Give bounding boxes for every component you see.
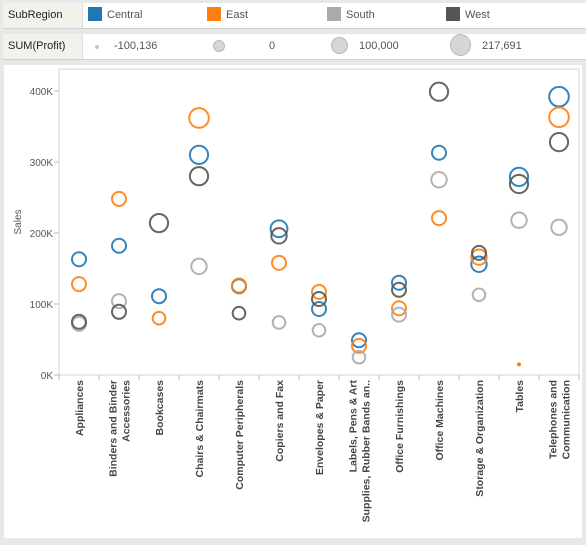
x-category-label: Supplies, Rubber Bands an..	[361, 380, 373, 522]
data-point-central[interactable]	[111, 237, 127, 254]
x-category-label: Labels, Pens & Art	[348, 379, 360, 472]
data-point-central[interactable]	[548, 85, 570, 108]
data-point-west[interactable]	[188, 166, 210, 187]
y-axis-title: Sales	[13, 209, 24, 234]
y-tick-label: 100K	[30, 300, 54, 311]
data-point-east[interactable]	[271, 254, 287, 271]
data-point-east[interactable]	[111, 190, 127, 207]
data-point-central[interactable]	[151, 288, 167, 305]
data-point-south[interactable]	[510, 211, 528, 229]
y-tick-label: 0K	[41, 371, 54, 382]
x-category-label: Bookcases	[154, 380, 166, 436]
scatter-chart: 0K 100K 200K 300K 400K Appliances Binders and…	[13, 68, 580, 522]
x-category-label: Binders and Binder	[108, 380, 120, 477]
x-category-label: Computer Peripherals	[234, 380, 246, 490]
plot-frame	[58, 68, 580, 376]
x-category-label: Appliances	[74, 380, 86, 436]
x-axis: Appliances Binders and Binder Accessories B…	[58, 375, 580, 522]
data-point-east[interactable]	[188, 107, 210, 129]
data-point-west[interactable]	[428, 81, 450, 102]
data-point-south[interactable]	[550, 218, 568, 237]
data-point-south[interactable]	[190, 257, 208, 276]
data-point-west[interactable]	[471, 244, 487, 261]
x-category-label: Accessories	[121, 380, 133, 442]
data-point-south[interactable]	[430, 171, 448, 189]
y-axis: 0K 100K 200K 300K 400K	[30, 87, 59, 382]
data-point-east[interactable]	[231, 277, 247, 294]
x-category-label: Copiers and Fax	[274, 380, 286, 462]
data-point-central[interactable]	[188, 144, 210, 165]
data-point-east[interactable]	[431, 210, 447, 227]
x-category-label: Office Machines	[434, 380, 446, 461]
x-category-label: Storage & Organization	[474, 380, 486, 497]
data-point-east[interactable]	[71, 276, 87, 293]
x-category-label: Tables	[514, 380, 526, 413]
y-tick-label: 400K	[30, 87, 54, 98]
data-point-south[interactable]	[271, 315, 287, 330]
data-point-east[interactable]	[517, 362, 521, 367]
data-marks	[71, 81, 570, 367]
y-tick-label: 300K	[30, 158, 54, 169]
x-category-label: Office Furnishings	[394, 380, 406, 473]
x-category-label: Chairs & Chairmats	[194, 380, 206, 478]
data-point-west[interactable]	[231, 305, 247, 321]
x-category-label: Envelopes & Paper	[314, 380, 326, 475]
plot-area	[58, 68, 580, 376]
x-category-label: Telephones and	[548, 380, 560, 459]
data-point-west[interactable]	[111, 303, 127, 320]
data-point-south[interactable]	[311, 322, 327, 338]
data-point-east[interactable]	[548, 106, 570, 129]
x-category-label: Communication	[561, 380, 573, 459]
data-point-west[interactable]	[148, 212, 170, 234]
data-point-west[interactable]	[548, 132, 570, 153]
data-point-south[interactable]	[471, 287, 487, 303]
y-tick-label: 200K	[30, 229, 54, 240]
data-point-east[interactable]	[151, 310, 167, 326]
data-point-central[interactable]	[431, 144, 447, 161]
data-point-central[interactable]	[71, 251, 87, 268]
